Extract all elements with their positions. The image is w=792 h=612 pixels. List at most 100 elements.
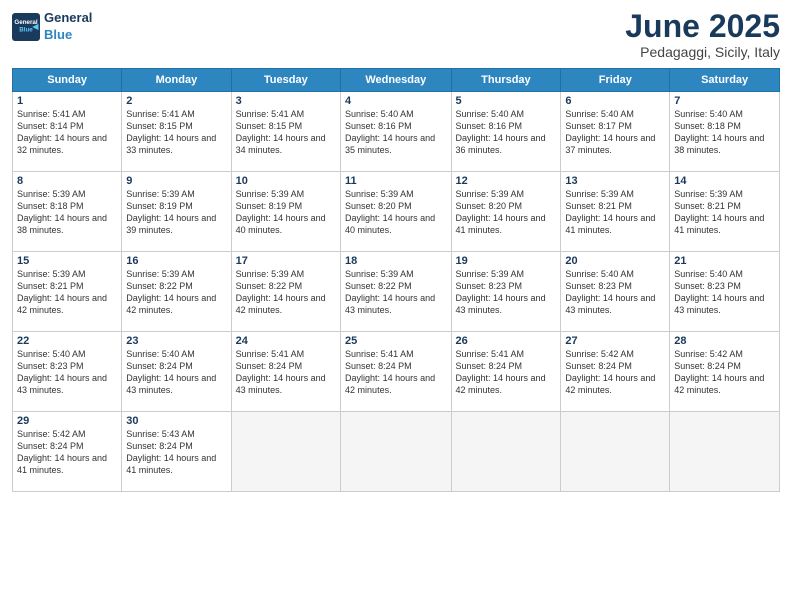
day-info: Sunrise: 5:39 AM Sunset: 8:21 PM Dayligh… bbox=[17, 268, 117, 317]
day-number: 20 bbox=[565, 255, 665, 267]
day-info: Sunrise: 5:39 AM Sunset: 8:19 PM Dayligh… bbox=[236, 188, 336, 237]
calendar-week-row: 1 Sunrise: 5:41 AM Sunset: 8:14 PM Dayli… bbox=[13, 92, 780, 172]
calendar-cell: 16 Sunrise: 5:39 AM Sunset: 8:22 PM Dayl… bbox=[122, 252, 231, 332]
day-info: Sunrise: 5:41 AM Sunset: 8:15 PM Dayligh… bbox=[126, 108, 226, 157]
calendar-cell: 8 Sunrise: 5:39 AM Sunset: 8:18 PM Dayli… bbox=[13, 172, 122, 252]
calendar-cell: 2 Sunrise: 5:41 AM Sunset: 8:15 PM Dayli… bbox=[122, 92, 231, 172]
day-of-week-header: Sunday bbox=[13, 69, 122, 92]
day-number: 2 bbox=[126, 95, 226, 107]
calendar-cell: 12 Sunrise: 5:39 AM Sunset: 8:20 PM Dayl… bbox=[451, 172, 561, 252]
logo-text: GeneralBlue bbox=[44, 10, 92, 44]
day-of-week-header: Monday bbox=[122, 69, 231, 92]
title-block: June 2025 Pedagaggi, Sicily, Italy bbox=[625, 10, 780, 60]
day-number: 6 bbox=[565, 95, 665, 107]
day-info: Sunrise: 5:40 AM Sunset: 8:16 PM Dayligh… bbox=[456, 108, 557, 157]
day-info: Sunrise: 5:39 AM Sunset: 8:22 PM Dayligh… bbox=[236, 268, 336, 317]
day-number: 22 bbox=[17, 335, 117, 347]
calendar-cell bbox=[561, 412, 670, 492]
calendar-cell: 23 Sunrise: 5:40 AM Sunset: 8:24 PM Dayl… bbox=[122, 332, 231, 412]
calendar-cell: 22 Sunrise: 5:40 AM Sunset: 8:23 PM Dayl… bbox=[13, 332, 122, 412]
svg-text:General: General bbox=[14, 19, 37, 26]
calendar-cell: 19 Sunrise: 5:39 AM Sunset: 8:23 PM Dayl… bbox=[451, 252, 561, 332]
day-info: Sunrise: 5:41 AM Sunset: 8:24 PM Dayligh… bbox=[345, 348, 446, 397]
day-number: 13 bbox=[565, 175, 665, 187]
calendar-cell: 11 Sunrise: 5:39 AM Sunset: 8:20 PM Dayl… bbox=[341, 172, 451, 252]
calendar-cell: 26 Sunrise: 5:41 AM Sunset: 8:24 PM Dayl… bbox=[451, 332, 561, 412]
month-title: June 2025 bbox=[625, 10, 780, 42]
calendar-header-row: SundayMondayTuesdayWednesdayThursdayFrid… bbox=[13, 69, 780, 92]
day-info: Sunrise: 5:42 AM Sunset: 8:24 PM Dayligh… bbox=[17, 428, 117, 477]
day-number: 1 bbox=[17, 95, 117, 107]
day-info: Sunrise: 5:39 AM Sunset: 8:22 PM Dayligh… bbox=[345, 268, 446, 317]
header: General Blue GeneralBlue June 2025 Pedag… bbox=[12, 10, 780, 60]
calendar-cell: 1 Sunrise: 5:41 AM Sunset: 8:14 PM Dayli… bbox=[13, 92, 122, 172]
day-number: 28 bbox=[674, 335, 775, 347]
day-info: Sunrise: 5:40 AM Sunset: 8:23 PM Dayligh… bbox=[17, 348, 117, 397]
calendar-cell: 3 Sunrise: 5:41 AM Sunset: 8:15 PM Dayli… bbox=[231, 92, 340, 172]
day-info: Sunrise: 5:40 AM Sunset: 8:17 PM Dayligh… bbox=[565, 108, 665, 157]
calendar-week-row: 22 Sunrise: 5:40 AM Sunset: 8:23 PM Dayl… bbox=[13, 332, 780, 412]
calendar-cell: 17 Sunrise: 5:39 AM Sunset: 8:22 PM Dayl… bbox=[231, 252, 340, 332]
day-number: 25 bbox=[345, 335, 446, 347]
day-number: 11 bbox=[345, 175, 446, 187]
day-info: Sunrise: 5:40 AM Sunset: 8:18 PM Dayligh… bbox=[674, 108, 775, 157]
day-number: 7 bbox=[674, 95, 775, 107]
day-number: 14 bbox=[674, 175, 775, 187]
day-info: Sunrise: 5:42 AM Sunset: 8:24 PM Dayligh… bbox=[565, 348, 665, 397]
calendar-cell: 18 Sunrise: 5:39 AM Sunset: 8:22 PM Dayl… bbox=[341, 252, 451, 332]
day-info: Sunrise: 5:39 AM Sunset: 8:23 PM Dayligh… bbox=[456, 268, 557, 317]
day-info: Sunrise: 5:40 AM Sunset: 8:16 PM Dayligh… bbox=[345, 108, 446, 157]
calendar-cell: 10 Sunrise: 5:39 AM Sunset: 8:19 PM Dayl… bbox=[231, 172, 340, 252]
calendar-cell: 7 Sunrise: 5:40 AM Sunset: 8:18 PM Dayli… bbox=[670, 92, 780, 172]
calendar-week-row: 29 Sunrise: 5:42 AM Sunset: 8:24 PM Dayl… bbox=[13, 412, 780, 492]
day-number: 26 bbox=[456, 335, 557, 347]
svg-text:Blue: Blue bbox=[19, 27, 33, 34]
calendar-week-row: 8 Sunrise: 5:39 AM Sunset: 8:18 PM Dayli… bbox=[13, 172, 780, 252]
calendar-cell: 25 Sunrise: 5:41 AM Sunset: 8:24 PM Dayl… bbox=[341, 332, 451, 412]
calendar-cell: 29 Sunrise: 5:42 AM Sunset: 8:24 PM Dayl… bbox=[13, 412, 122, 492]
calendar-cell bbox=[341, 412, 451, 492]
day-info: Sunrise: 5:39 AM Sunset: 8:21 PM Dayligh… bbox=[674, 188, 775, 237]
logo-icon: General Blue bbox=[12, 13, 40, 41]
day-number: 16 bbox=[126, 255, 226, 267]
calendar-week-row: 15 Sunrise: 5:39 AM Sunset: 8:21 PM Dayl… bbox=[13, 252, 780, 332]
day-info: Sunrise: 5:42 AM Sunset: 8:24 PM Dayligh… bbox=[674, 348, 775, 397]
calendar-cell: 13 Sunrise: 5:39 AM Sunset: 8:21 PM Dayl… bbox=[561, 172, 670, 252]
day-of-week-header: Saturday bbox=[670, 69, 780, 92]
day-info: Sunrise: 5:41 AM Sunset: 8:24 PM Dayligh… bbox=[456, 348, 557, 397]
day-number: 15 bbox=[17, 255, 117, 267]
calendar-table: SundayMondayTuesdayWednesdayThursdayFrid… bbox=[12, 68, 780, 492]
day-number: 18 bbox=[345, 255, 446, 267]
day-info: Sunrise: 5:40 AM Sunset: 8:24 PM Dayligh… bbox=[126, 348, 226, 397]
calendar-cell: 5 Sunrise: 5:40 AM Sunset: 8:16 PM Dayli… bbox=[451, 92, 561, 172]
day-number: 30 bbox=[126, 415, 226, 427]
day-number: 9 bbox=[126, 175, 226, 187]
day-number: 23 bbox=[126, 335, 226, 347]
day-number: 21 bbox=[674, 255, 775, 267]
calendar-cell bbox=[451, 412, 561, 492]
calendar-cell: 30 Sunrise: 5:43 AM Sunset: 8:24 PM Dayl… bbox=[122, 412, 231, 492]
day-number: 24 bbox=[236, 335, 336, 347]
location: Pedagaggi, Sicily, Italy bbox=[625, 44, 780, 60]
day-number: 8 bbox=[17, 175, 117, 187]
calendar-cell: 28 Sunrise: 5:42 AM Sunset: 8:24 PM Dayl… bbox=[670, 332, 780, 412]
day-info: Sunrise: 5:41 AM Sunset: 8:24 PM Dayligh… bbox=[236, 348, 336, 397]
calendar-cell bbox=[231, 412, 340, 492]
day-number: 4 bbox=[345, 95, 446, 107]
day-of-week-header: Thursday bbox=[451, 69, 561, 92]
day-info: Sunrise: 5:41 AM Sunset: 8:15 PM Dayligh… bbox=[236, 108, 336, 157]
calendar-cell: 14 Sunrise: 5:39 AM Sunset: 8:21 PM Dayl… bbox=[670, 172, 780, 252]
calendar-cell: 4 Sunrise: 5:40 AM Sunset: 8:16 PM Dayli… bbox=[341, 92, 451, 172]
day-info: Sunrise: 5:39 AM Sunset: 8:22 PM Dayligh… bbox=[126, 268, 226, 317]
day-info: Sunrise: 5:39 AM Sunset: 8:21 PM Dayligh… bbox=[565, 188, 665, 237]
day-info: Sunrise: 5:39 AM Sunset: 8:20 PM Dayligh… bbox=[345, 188, 446, 237]
calendar-cell: 24 Sunrise: 5:41 AM Sunset: 8:24 PM Dayl… bbox=[231, 332, 340, 412]
calendar-cell: 9 Sunrise: 5:39 AM Sunset: 8:19 PM Dayli… bbox=[122, 172, 231, 252]
calendar-cell bbox=[670, 412, 780, 492]
calendar-cell: 20 Sunrise: 5:40 AM Sunset: 8:23 PM Dayl… bbox=[561, 252, 670, 332]
calendar-cell: 27 Sunrise: 5:42 AM Sunset: 8:24 PM Dayl… bbox=[561, 332, 670, 412]
day-number: 12 bbox=[456, 175, 557, 187]
day-info: Sunrise: 5:39 AM Sunset: 8:19 PM Dayligh… bbox=[126, 188, 226, 237]
day-info: Sunrise: 5:41 AM Sunset: 8:14 PM Dayligh… bbox=[17, 108, 117, 157]
day-info: Sunrise: 5:40 AM Sunset: 8:23 PM Dayligh… bbox=[565, 268, 665, 317]
